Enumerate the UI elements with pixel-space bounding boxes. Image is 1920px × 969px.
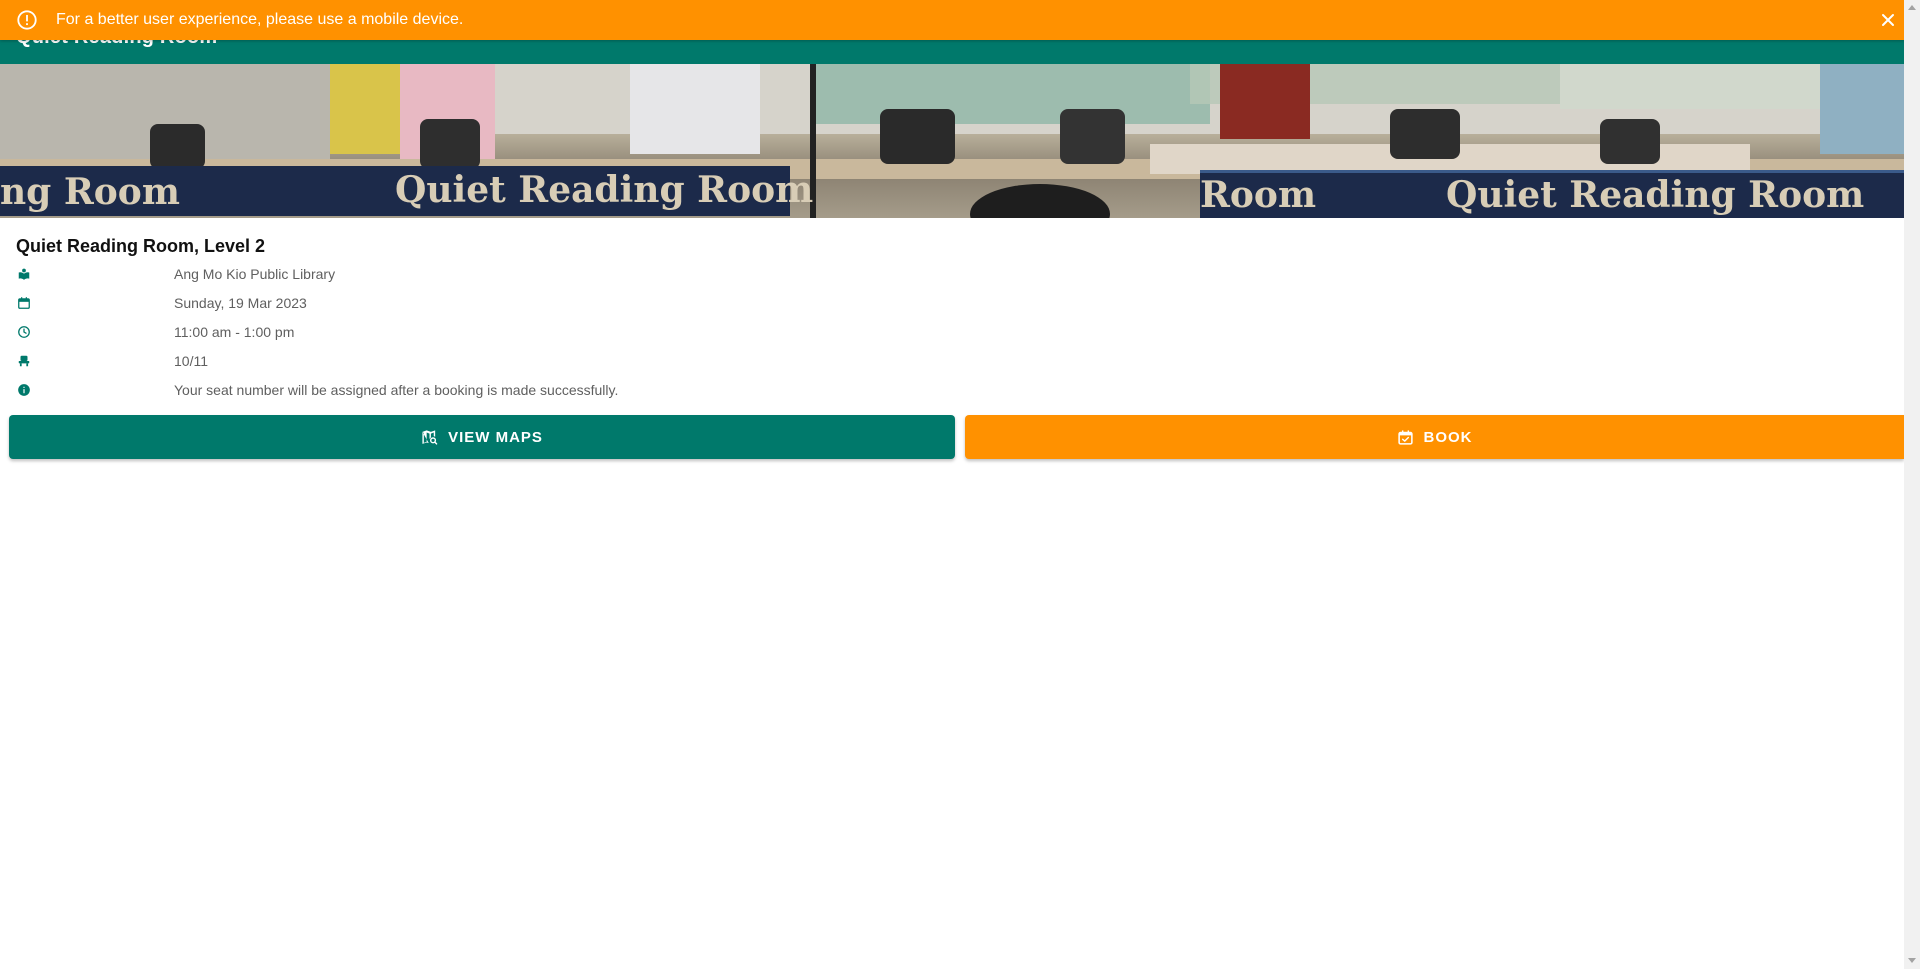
banner-sign-text: ng Room <box>0 171 180 213</box>
scroll-down-arrow-icon[interactable] <box>1908 958 1916 963</box>
info-icon <box>18 384 30 396</box>
booking-time: 11:00 am - 1:00 pm <box>174 324 295 340</box>
room-photo: ng Room Quiet Reading Room Room Quiet Re… <box>0 64 1904 218</box>
seat-icon <box>18 355 30 367</box>
mobile-warning-alert: For a better user experience, please use… <box>0 0 1904 40</box>
detail-row-info: Your seat number will be assigned after … <box>0 379 900 403</box>
room-banner-image: ng Room Quiet Reading Room Room Quiet Re… <box>0 64 1904 218</box>
detail-row-seats: 10/11 <box>0 350 900 374</box>
scrollbar-thumb[interactable] <box>1907 17 1917 952</box>
library-name: Ang Mo Kio Public Library <box>174 266 336 282</box>
close-icon[interactable] <box>1880 12 1896 28</box>
view-maps-button[interactable]: VIEW MAPS <box>9 415 955 459</box>
detail-row-time: 11:00 am - 1:00 pm <box>0 321 900 345</box>
detail-row-library: Ang Mo Kio Public Library <box>0 263 900 287</box>
detail-row-date: Sunday, 19 Mar 2023 <box>0 292 900 316</box>
booking-date: Sunday, 19 Mar 2023 <box>174 295 307 311</box>
room-title: Quiet Reading Room, Level 2 <box>16 236 266 256</box>
clock-icon <box>18 326 30 338</box>
banner-sign-text: Quiet Reading Room <box>395 169 813 211</box>
book-button[interactable]: BOOK <box>965 415 1904 459</box>
map-search-icon <box>422 429 438 445</box>
seat-assignment-note: Your seat number will be assigned after … <box>174 382 619 398</box>
banner-sign-text: Quiet Reading Room <box>1446 174 1864 216</box>
seat-availability: 10/11 <box>174 353 208 369</box>
page-scrollbar[interactable] <box>1904 0 1920 969</box>
alert-message: For a better user experience, please use… <box>56 11 464 28</box>
calendar-icon <box>18 297 30 309</box>
view-maps-label: VIEW MAPS <box>448 428 543 446</box>
book-label: BOOK <box>1423 428 1473 446</box>
library-icon <box>18 268 30 280</box>
scroll-up-arrow-icon[interactable] <box>1908 5 1916 10</box>
page: Quiet Reading Room For a better user exp… <box>0 0 1920 969</box>
calendar-check-icon <box>1397 429 1413 445</box>
alert-circle-icon <box>17 10 37 30</box>
banner-sign-text: Room <box>1200 174 1316 216</box>
